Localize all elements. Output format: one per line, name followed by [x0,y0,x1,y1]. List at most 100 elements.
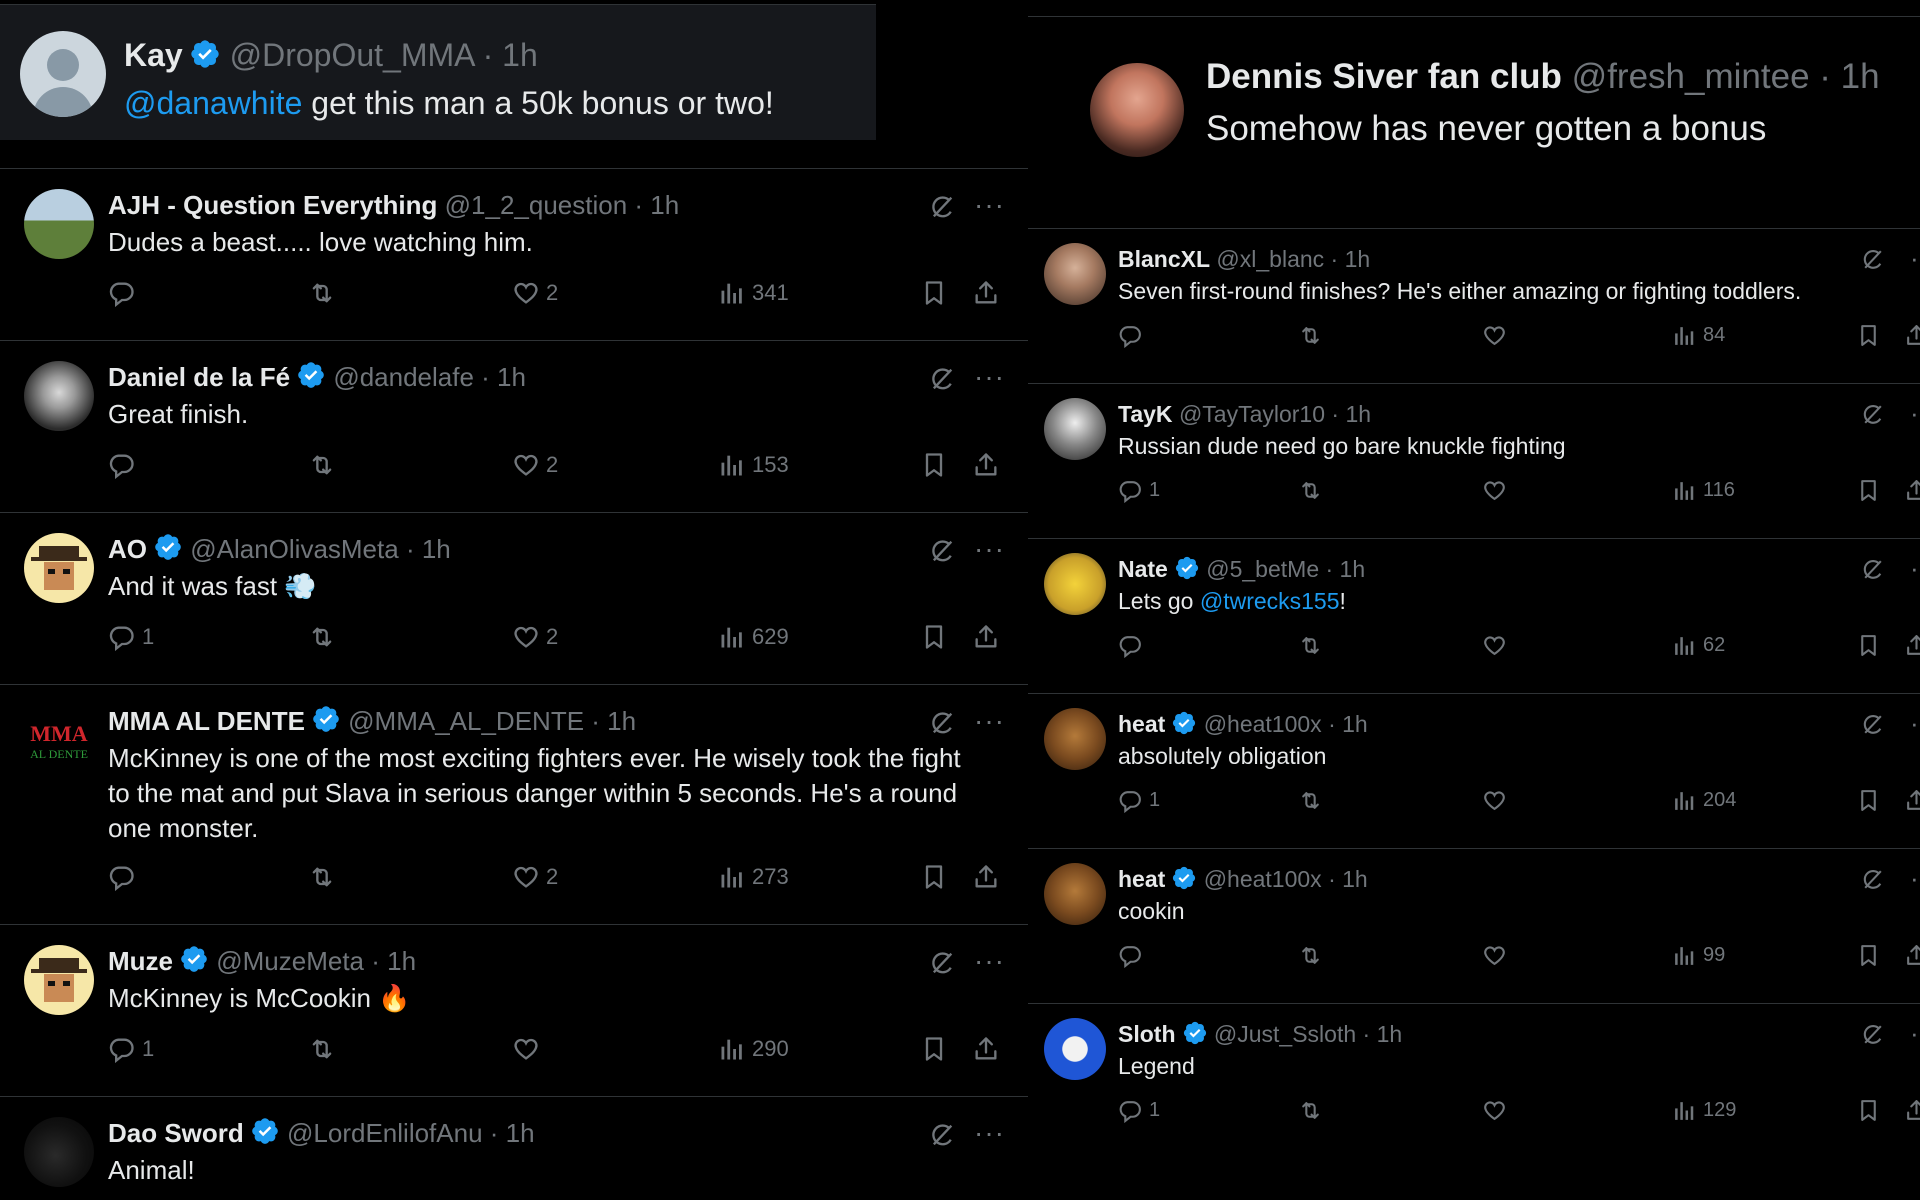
views-button[interactable]: 290 [718,1035,789,1063]
views-button[interactable]: 116 [1672,478,1735,503]
reply-author-handle[interactable]: @heat100x [1204,711,1322,737]
bookmark-button[interactable] [1856,478,1881,503]
reply-author-handle[interactable]: @heat100x [1204,866,1322,892]
reply-time[interactable]: · 1h [1326,556,1366,582]
reply-time[interactable]: · 1h [1328,866,1368,892]
like-button[interactable] [1482,633,1507,658]
views-button[interactable]: 99 [1672,943,1725,968]
reply-author-name[interactable]: AO [108,534,147,564]
reply-post[interactable]: AO @AlanOlivasMeta · 1h And it was fast … [0,512,1028,684]
retweet-button[interactable] [1298,1098,1323,1123]
retweet-button[interactable] [1298,478,1323,503]
views-button[interactable]: 629 [718,623,789,651]
reply-time[interactable]: · 1h [371,946,416,976]
grok-icon[interactable] [928,365,956,393]
user-avatar[interactable] [24,1117,94,1187]
views-button[interactable]: 129 [1672,1098,1736,1123]
user-avatar[interactable] [24,945,94,1015]
grok-icon[interactable] [1860,557,1885,582]
grok-icon[interactable] [1860,402,1885,427]
retweet-button[interactable] [1298,943,1323,968]
share-button[interactable] [972,279,1000,307]
reply-post[interactable]: BlancXL @xl_blanc · 1h Seven first-round… [1028,228,1920,383]
views-button[interactable]: 204 [1672,788,1736,813]
reply-button[interactable] [1118,323,1149,348]
reply-button[interactable] [108,279,142,307]
reply-post[interactable]: AJH - Question Everything @1_2_question … [0,168,1028,340]
quoted-post-card[interactable]: Kay @DropOut_MMA · 1h @danawhite get thi… [0,4,876,140]
reply-post[interactable]: heat @heat100x · 1h cookin ··· 99 [1028,848,1920,1003]
reply-author-handle[interactable]: @5_betMe [1206,556,1319,582]
share-button[interactable] [1904,633,1920,658]
like-button[interactable]: 2 [512,279,558,307]
grok-icon[interactable] [928,193,956,221]
reply-author-handle[interactable]: @1_2_question [445,190,628,220]
retweet-button[interactable] [308,1035,336,1063]
user-avatar[interactable] [1044,243,1106,305]
like-button[interactable]: 2 [512,863,558,891]
retweet-button[interactable] [308,623,336,651]
bookmark-button[interactable] [1856,1098,1881,1123]
reply-button[interactable]: 1 [1118,478,1160,503]
post-time[interactable]: · 1h [1819,57,1879,96]
retweet-button[interactable] [308,863,336,891]
reply-post[interactable]: Daniel de la Fé @dandelafe · 1h Great fi… [0,340,1028,512]
grok-icon[interactable] [1860,867,1885,892]
views-button[interactable]: 153 [718,451,789,479]
reply-post[interactable]: Sloth @Just_Ssloth · 1h Legend ··· 1 129 [1028,1003,1920,1200]
more-icon[interactable]: ··· [1910,1018,1920,1049]
reply-author-handle[interactable]: @MuzeMeta [216,946,364,976]
retweet-button[interactable] [1298,323,1323,348]
more-icon[interactable]: ··· [974,533,1005,565]
reply-time[interactable]: · 1h [481,362,526,392]
post-author-handle[interactable]: @DropOut_MMA [230,37,474,73]
retweet-button[interactable] [308,279,336,307]
mention-link[interactable]: @danawhite [124,85,302,121]
grok-icon[interactable] [1860,247,1885,272]
user-avatar[interactable] [1044,863,1106,925]
share-button[interactable] [972,1035,1000,1063]
reply-author-name[interactable]: Daniel de la Fé [108,362,290,392]
grok-icon[interactable] [928,1121,956,1149]
bookmark-button[interactable] [920,1035,948,1063]
reply-author-handle[interactable]: @AlanOlivasMeta [190,534,398,564]
bookmark-button[interactable] [920,863,948,891]
reply-button[interactable] [1118,633,1149,658]
reply-author-name[interactable]: AJH - Question Everything [108,190,437,220]
share-button[interactable] [972,863,1000,891]
user-avatar[interactable] [24,189,94,259]
reply-button[interactable]: 1 [1118,1098,1160,1123]
grok-icon[interactable] [1860,712,1885,737]
bookmark-button[interactable] [920,279,948,307]
grok-icon[interactable] [928,537,956,565]
like-button[interactable] [1482,943,1507,968]
more-icon[interactable]: ··· [1910,243,1920,274]
reply-time[interactable]: · 1h [1328,711,1368,737]
grok-icon[interactable] [1860,1022,1885,1047]
more-icon[interactable]: ··· [974,189,1005,221]
like-button[interactable] [1482,1098,1507,1123]
more-icon[interactable]: ··· [974,1117,1005,1149]
reply-time[interactable]: · 1h [1363,1021,1403,1047]
reply-button[interactable] [108,863,142,891]
reply-time[interactable]: · 1h [406,534,451,564]
user-avatar[interactable] [24,361,94,431]
share-button[interactable] [972,451,1000,479]
user-avatar[interactable] [24,533,94,603]
more-icon[interactable]: ··· [1910,553,1920,584]
reply-author-name[interactable]: Muze [108,946,173,976]
reply-post[interactable]: heat @heat100x · 1h absolutely obligatio… [1028,693,1920,848]
post-author-handle[interactable]: @fresh_mintee [1572,57,1810,96]
reply-button[interactable]: 1 [108,1035,154,1063]
more-icon[interactable]: ··· [1910,398,1920,429]
like-button[interactable] [1482,478,1507,503]
reply-post[interactable]: TayK @TayTaylor10 · 1h Russian dude need… [1028,383,1920,538]
user-avatar[interactable]: MMA AL DENTE [24,705,94,775]
reply-time[interactable]: · 1h [1331,401,1371,427]
like-button[interactable] [1482,323,1507,348]
more-icon[interactable]: ··· [974,361,1005,393]
post-author-name[interactable]: Kay [124,37,183,73]
reply-author-handle[interactable]: @xl_blanc [1216,246,1324,272]
reply-button[interactable]: 1 [1118,788,1160,813]
reply-author-name[interactable]: heat [1118,866,1165,892]
